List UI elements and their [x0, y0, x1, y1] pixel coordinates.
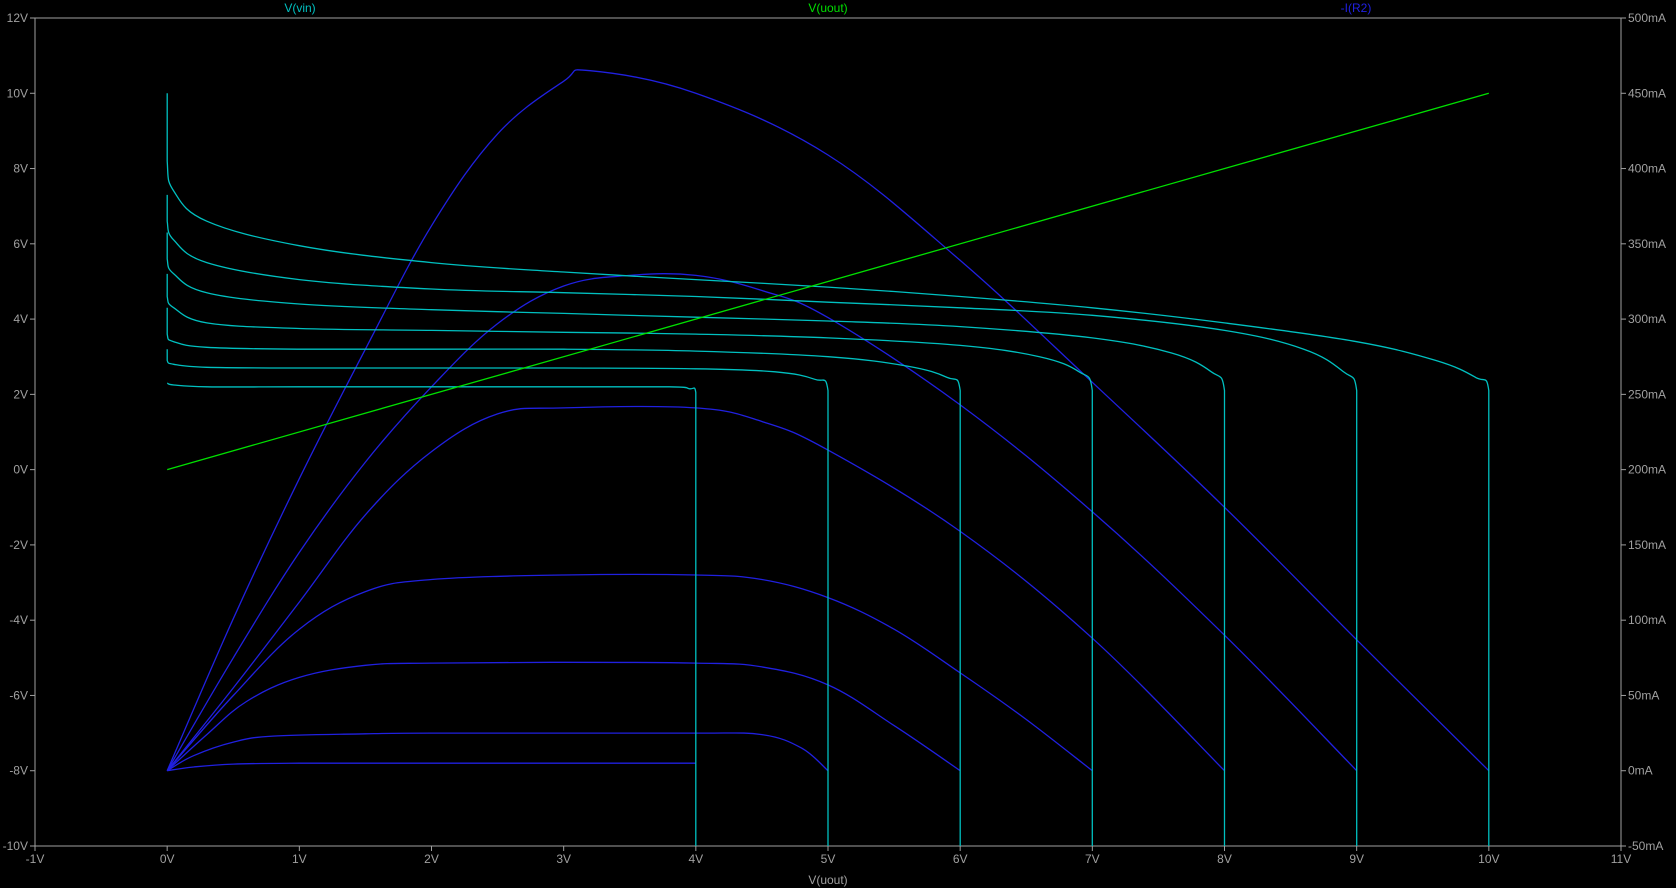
left-tick-label: 0V	[13, 463, 28, 477]
left-tick-label: 6V	[13, 237, 28, 251]
left-tick-label: -6V	[9, 688, 28, 702]
plot-canvas: V(vin) V(uout) -I(R2) -1V 0V 1V 2V 3V 4V 5V 6V 7V 8…	[3, 1, 1666, 887]
right-tick-label: -50mA	[1628, 839, 1663, 853]
series-line-i-r2	[166, 732, 829, 772]
x-tick-label: 3V	[556, 852, 571, 866]
left-axis-ticks: 12V 10V 8V 6V 4V 2V 0V -2V -4V -6V -8V -10V	[3, 11, 35, 853]
x-tick-label: 0V	[160, 852, 175, 866]
right-tick-label: 500mA	[1628, 11, 1666, 25]
x-tick-label: 8V	[1217, 852, 1232, 866]
right-axis-ticks: 500mA 450mA 400mA 350mA 300mA 250mA 200mA 150mA…	[1621, 11, 1666, 853]
x-tick-label: 1V	[292, 852, 307, 866]
series-line-v-vin	[166, 382, 697, 846]
right-tick-label: 0mA	[1628, 764, 1653, 778]
x-axis-ticks: -1V 0V 1V 2V 3V 4V 5V 6V 7V 8V 9V 10V 11V	[26, 846, 1631, 866]
right-tick-label: 450mA	[1628, 86, 1666, 100]
x-tick-label: 10V	[1478, 852, 1499, 866]
x-axis-label: V(uout)	[808, 873, 847, 887]
right-tick-label: 400mA	[1628, 162, 1666, 176]
left-tick-label: 8V	[13, 162, 28, 176]
right-tick-label: 300mA	[1628, 312, 1666, 326]
series-line-i-r2	[166, 573, 1093, 772]
left-tick-label: -4V	[9, 613, 28, 627]
left-tick-label: 12V	[7, 11, 28, 25]
legend-entry: -I(R2)	[1341, 1, 1372, 15]
series-line-v-vin	[166, 307, 961, 846]
left-tick-label: 2V	[13, 387, 28, 401]
right-tick-label: 250mA	[1628, 387, 1666, 401]
series-line-i-r2	[166, 661, 961, 772]
series-layer	[166, 69, 1490, 846]
x-tick-label: 9V	[1349, 852, 1364, 866]
x-tick-label: 6V	[953, 852, 968, 866]
series-line-v-vin	[166, 349, 829, 846]
series-line-v-vin	[166, 194, 1358, 846]
legend-entry: V(vin)	[284, 1, 315, 15]
series-line-v-vin	[166, 273, 1093, 846]
x-tick-label: 11V	[1611, 852, 1631, 866]
legend-entry: V(uout)	[808, 1, 847, 15]
right-tick-label: 50mA	[1628, 688, 1659, 702]
left-tick-label: -10V	[3, 839, 28, 853]
series-line-i-r2	[166, 273, 1358, 772]
series-line-i-r2	[167, 762, 696, 772]
right-tick-label: 200mA	[1628, 463, 1666, 477]
x-tick-label: 2V	[424, 852, 439, 866]
left-tick-label: 10V	[7, 86, 28, 100]
right-tick-label: 150mA	[1628, 538, 1666, 552]
right-tick-label: 350mA	[1628, 237, 1666, 251]
legend: V(vin) V(uout) -I(R2)	[284, 1, 1371, 15]
x-tick-label: 7V	[1085, 852, 1100, 866]
x-tick-label: -1V	[26, 852, 45, 866]
right-tick-label: 100mA	[1628, 613, 1666, 627]
x-tick-label: 4V	[688, 852, 703, 866]
left-tick-label: 4V	[13, 312, 28, 326]
x-tick-label: 5V	[821, 852, 836, 866]
left-tick-label: -8V	[9, 764, 28, 778]
left-tick-label: -2V	[9, 538, 28, 552]
